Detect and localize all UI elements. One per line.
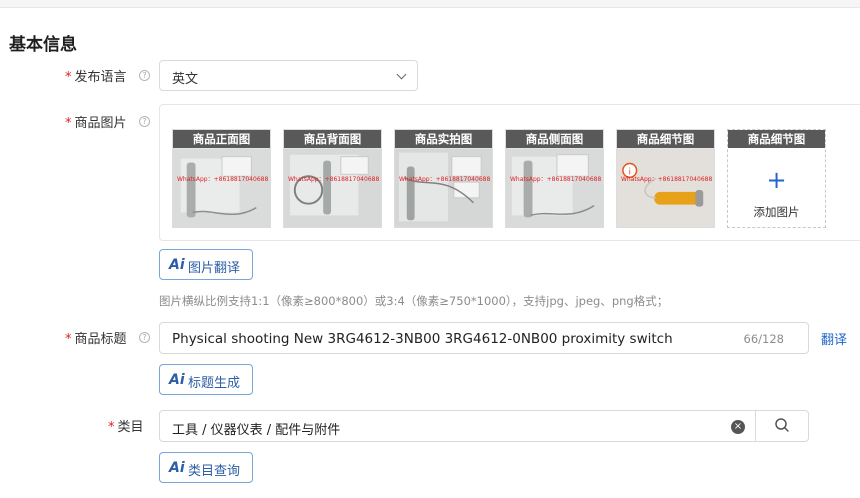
language-label: * 发布语言 [65, 66, 127, 85]
category-query-button[interactable]: Ai 类目查询 [159, 452, 253, 483]
ai-icon: Ai [169, 460, 185, 476]
category-label-text: 类目 [117, 420, 144, 435]
product-title-value: Physical shooting New 3RG4612-3NB00 3RG4… [172, 331, 673, 347]
plus-icon[interactable]: + [728, 168, 825, 192]
image-translate-button[interactable]: Ai 图片翻译 [159, 249, 253, 280]
required-mark: * [108, 420, 115, 435]
title-generate-label: 标题生成 [188, 376, 241, 391]
product-thumbnail[interactable]: 商品正面图 WhatsApp：+8618817040688 [172, 129, 271, 228]
product-photo [284, 148, 381, 227]
category-value: 工具 / 仪器仪表 / 配件与附件 [172, 423, 341, 438]
watermark-text: WhatsApp：+8618817040688 [510, 176, 602, 183]
product-thumbnail[interactable]: 商品细节图 i WhatsApp：+8618817040688 [616, 129, 715, 228]
product-photo [395, 148, 492, 227]
watermark-text: WhatsApp：+8618817040688 [399, 176, 491, 183]
question-circle-icon[interactable]: ? [139, 70, 150, 81]
image-translate-label: 图片翻译 [188, 261, 241, 276]
title-label: * 商品标题 [65, 328, 127, 347]
category-input[interactable]: 工具 / 仪器仪表 / 配件与附件 × [159, 410, 756, 442]
title-label-text: 商品标题 [74, 332, 127, 347]
add-image-label[interactable]: 添加图片 [728, 204, 825, 220]
thumbnail-caption: 商品正面图 [173, 130, 270, 148]
watermark-text: WhatsApp：+8618817040688 [177, 176, 269, 183]
required-mark: * [65, 70, 72, 85]
product-thumbnail[interactable]: 商品侧面图 WhatsApp：+8618817040688 [505, 129, 604, 228]
images-label: * 商品图片 [65, 112, 127, 131]
close-circle-icon[interactable]: × [731, 420, 745, 434]
category-query-label: 类目查询 [188, 464, 241, 479]
chevron-down-icon[interactable] [396, 69, 407, 80]
ai-icon: Ai [169, 257, 185, 273]
required-mark: * [65, 332, 72, 347]
image-format-hint: 图片横纵比例支持1:1（像素≥800*800）或3:4（像素≥750*1000）… [159, 294, 669, 308]
thumbnail-caption: 商品实拍图 [395, 130, 492, 148]
category-search-button[interactable] [755, 410, 809, 442]
category-label: * 类目 [108, 416, 144, 435]
thumbnail-caption: 商品细节图 [728, 130, 825, 148]
section-title: 基本信息 [9, 35, 77, 55]
question-circle-icon[interactable]: ? [139, 332, 150, 343]
top-bar [0, 0, 860, 8]
thumbnail-caption: 商品背面图 [284, 130, 381, 148]
thumbnail-caption: 商品侧面图 [506, 130, 603, 148]
ai-icon: Ai [169, 372, 185, 388]
search-icon [775, 418, 789, 432]
thumbnail-caption: 商品细节图 [617, 130, 714, 148]
language-label-text: 发布语言 [74, 70, 127, 85]
product-thumbnail[interactable]: 商品背面图 WhatsApp：+8618817040688 [283, 129, 382, 228]
product-photo [173, 148, 270, 227]
character-counter: 66/128 [743, 332, 784, 346]
title-generate-button[interactable]: Ai 标题生成 [159, 364, 253, 395]
required-mark: * [65, 116, 72, 131]
translate-link[interactable]: 翻译 [821, 329, 847, 348]
watermark-text: WhatsApp：+8618817040688 [621, 176, 713, 183]
product-photo: i [617, 148, 714, 227]
product-thumbnail[interactable]: 商品实拍图 WhatsApp：+8618817040688 [394, 129, 493, 228]
add-image-slot[interactable]: 商品细节图 + 添加图片 [727, 129, 826, 228]
image-upload-panel: 商品正面图 WhatsApp：+8618817040688 商品背面图 What… [159, 104, 860, 241]
question-circle-icon[interactable]: ? [139, 116, 150, 127]
images-label-text: 商品图片 [74, 116, 127, 131]
product-photo [506, 148, 603, 227]
language-select[interactable]: 英文 [159, 60, 418, 91]
watermark-text: WhatsApp：+8618817040688 [288, 176, 380, 183]
product-title-input[interactable]: Physical shooting New 3RG4612-3NB00 3RG4… [159, 322, 809, 354]
language-select-value: 英文 [172, 72, 199, 87]
